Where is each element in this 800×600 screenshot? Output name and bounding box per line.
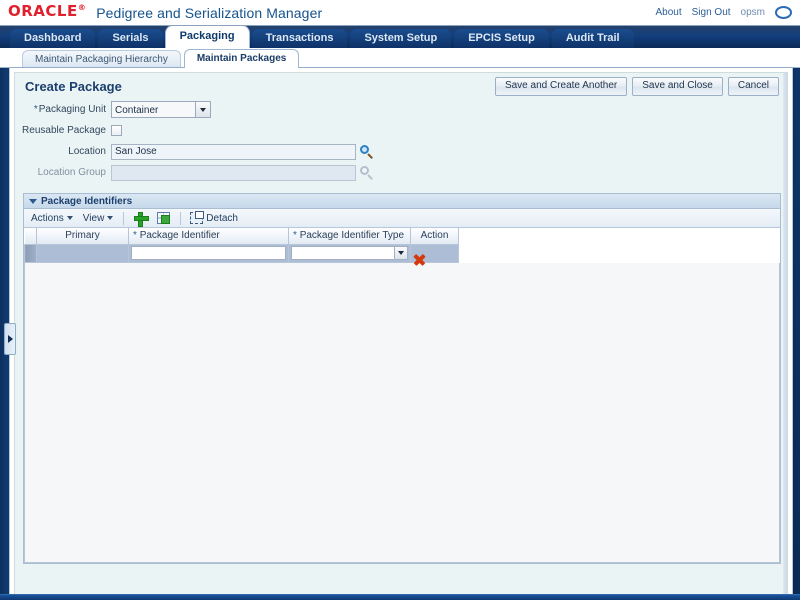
- application-title: Pedigree and Serialization Manager: [96, 4, 323, 21]
- package-identifiers-panel: Package Identifiers Actions View Detach …: [23, 73, 787, 594]
- body-region: Create Package Save and Create Another S…: [0, 68, 800, 600]
- chevron-down-icon: [66, 216, 73, 220]
- tab-packaging[interactable]: Packaging: [165, 26, 249, 48]
- header-links: About Sign Out opsm: [655, 6, 794, 19]
- packaging-unit-value: Container: [112, 102, 195, 117]
- column-header-package-identifier-type-label: Package Identifier Type: [299, 230, 405, 242]
- location-input[interactable]: [111, 143, 356, 160]
- required-marker: *: [293, 230, 297, 242]
- table-header-row: Primary * Package Identifier * Package I…: [24, 228, 459, 245]
- package-identifier-type-select[interactable]: [291, 246, 408, 260]
- about-link[interactable]: About: [655, 7, 681, 18]
- sub-tab-bar: Maintain Packaging Hierarchy Maintain Pa…: [0, 48, 800, 68]
- column-header-package-identifier-type[interactable]: * Package Identifier Type: [288, 228, 411, 245]
- location-group-label: Location Group: [37, 167, 106, 178]
- vertical-scrollbar[interactable]: [783, 73, 787, 594]
- toolbar-separator: [123, 211, 125, 225]
- package-identifiers-table: Primary * Package Identifier * Package I…: [24, 228, 459, 263]
- field-row-reusable-package: Reusable Package: [15, 121, 787, 140]
- column-header-package-identifier[interactable]: * Package Identifier: [128, 228, 289, 245]
- detach-button[interactable]: Detach: [190, 211, 238, 224]
- table-row[interactable]: [24, 243, 459, 263]
- cell-primary[interactable]: [36, 243, 129, 263]
- field-row-packaging-unit: *Packaging Unit Container: [15, 100, 787, 119]
- location-group-search-icon: [360, 165, 374, 180]
- row-selector-header: [24, 228, 37, 245]
- packaging-unit-label-text: Packaging Unit: [38, 104, 106, 115]
- field-row-location: Location: [15, 142, 787, 161]
- table-empty-area: [24, 262, 780, 563]
- required-marker: *: [133, 230, 137, 242]
- chevron-down-icon: [200, 107, 206, 112]
- chevron-down-icon: [107, 216, 114, 220]
- application-window: ORACLE® Pedigree and Serialization Manag…: [0, 0, 800, 600]
- page-header: Create Package Save and Create Another S…: [15, 73, 787, 98]
- grid-with-check-icon: [157, 212, 171, 224]
- subtab-maintain-packages[interactable]: Maintain Packages: [183, 49, 300, 68]
- expand-left-panel-handle[interactable]: [4, 323, 16, 355]
- global-tab-bar: Dashboard Serials Packaging Transactions…: [0, 26, 800, 48]
- page-title: Create Package: [25, 79, 122, 94]
- package-identifiers-title: Package Identifiers: [41, 195, 133, 207]
- create-package-form: *Packaging Unit Container Reusable Packa…: [15, 98, 787, 190]
- content-inner: Create Package Save and Create Another S…: [14, 72, 788, 595]
- plus-icon: [134, 211, 150, 227]
- user-ring-icon[interactable]: [775, 6, 792, 19]
- cancel-button[interactable]: Cancel: [727, 77, 779, 96]
- column-header-package-identifier-label: Package Identifier: [139, 230, 220, 242]
- page-action-buttons: Save and Create Another Save and Close C…: [494, 77, 779, 96]
- tab-epcis-setup[interactable]: EPCIS Setup: [454, 29, 549, 48]
- chevron-down-icon: [398, 251, 404, 255]
- oracle-logo: ORACLE®: [8, 4, 86, 19]
- oracle-wordmark: ORACLE: [8, 2, 78, 20]
- oracle-trademark: ®: [77, 3, 87, 12]
- tab-transactions[interactable]: Transactions: [251, 29, 348, 48]
- add-row-button[interactable]: [133, 211, 150, 227]
- row-selector-cell[interactable]: [24, 243, 37, 263]
- column-header-primary[interactable]: Primary: [36, 228, 129, 245]
- reusable-package-checkbox[interactable]: [111, 125, 122, 136]
- view-menu-label: View: [82, 212, 105, 224]
- view-menu-button[interactable]: View: [82, 213, 115, 224]
- tab-system-setup[interactable]: System Setup: [350, 29, 452, 48]
- package-identifier-type-dropdown-button[interactable]: [394, 247, 407, 259]
- save-and-create-another-button[interactable]: Save and Create Another: [494, 77, 628, 96]
- cell-package-identifier-type[interactable]: [288, 243, 411, 263]
- required-marker: *: [33, 104, 38, 115]
- column-header-action[interactable]: Action: [410, 228, 459, 245]
- toolbar-separator: [180, 211, 182, 225]
- package-identifier-type-value: [292, 247, 394, 259]
- current-user-label: opsm: [740, 7, 765, 18]
- packaging-unit-dropdown-button[interactable]: [195, 102, 210, 117]
- global-header: ORACLE® Pedigree and Serialization Manag…: [0, 0, 800, 26]
- tab-serials[interactable]: Serials: [98, 29, 163, 48]
- cell-package-identifier[interactable]: [128, 243, 289, 263]
- save-and-close-button[interactable]: Save and Close: [632, 77, 723, 96]
- location-search-icon[interactable]: [360, 144, 374, 159]
- package-identifier-input[interactable]: [131, 246, 286, 260]
- detach-icon: [190, 211, 205, 224]
- location-group-input: [111, 164, 356, 181]
- chevron-right-icon: [7, 335, 13, 343]
- field-row-location-group: Location Group: [15, 163, 787, 182]
- packaging-unit-label: *Packaging Unit: [15, 104, 111, 115]
- taskbar: [0, 594, 800, 600]
- package-identifiers-panel-header: Package Identifiers: [24, 194, 780, 209]
- cell-action[interactable]: [410, 243, 459, 263]
- sign-out-link[interactable]: Sign Out: [692, 7, 731, 18]
- reusable-package-label: Reusable Package: [22, 125, 106, 136]
- subtab-maintain-packaging-hierarchy[interactable]: Maintain Packaging Hierarchy: [22, 50, 181, 67]
- content-shell: Create Package Save and Create Another S…: [9, 68, 793, 600]
- package-identifiers-toolbar: Actions View Detach: [24, 209, 780, 228]
- tab-dashboard[interactable]: Dashboard: [10, 29, 96, 48]
- actions-menu-label: Actions: [31, 212, 64, 224]
- location-label: Location: [68, 146, 106, 157]
- detach-label: Detach: [206, 212, 238, 224]
- collapse-toggle-icon[interactable]: [28, 197, 37, 206]
- packaging-unit-select[interactable]: Container: [111, 101, 211, 118]
- tab-audit-trail[interactable]: Audit Trail: [551, 29, 634, 48]
- actions-menu-button[interactable]: Actions: [30, 213, 74, 224]
- select-rows-button[interactable]: [156, 211, 171, 226]
